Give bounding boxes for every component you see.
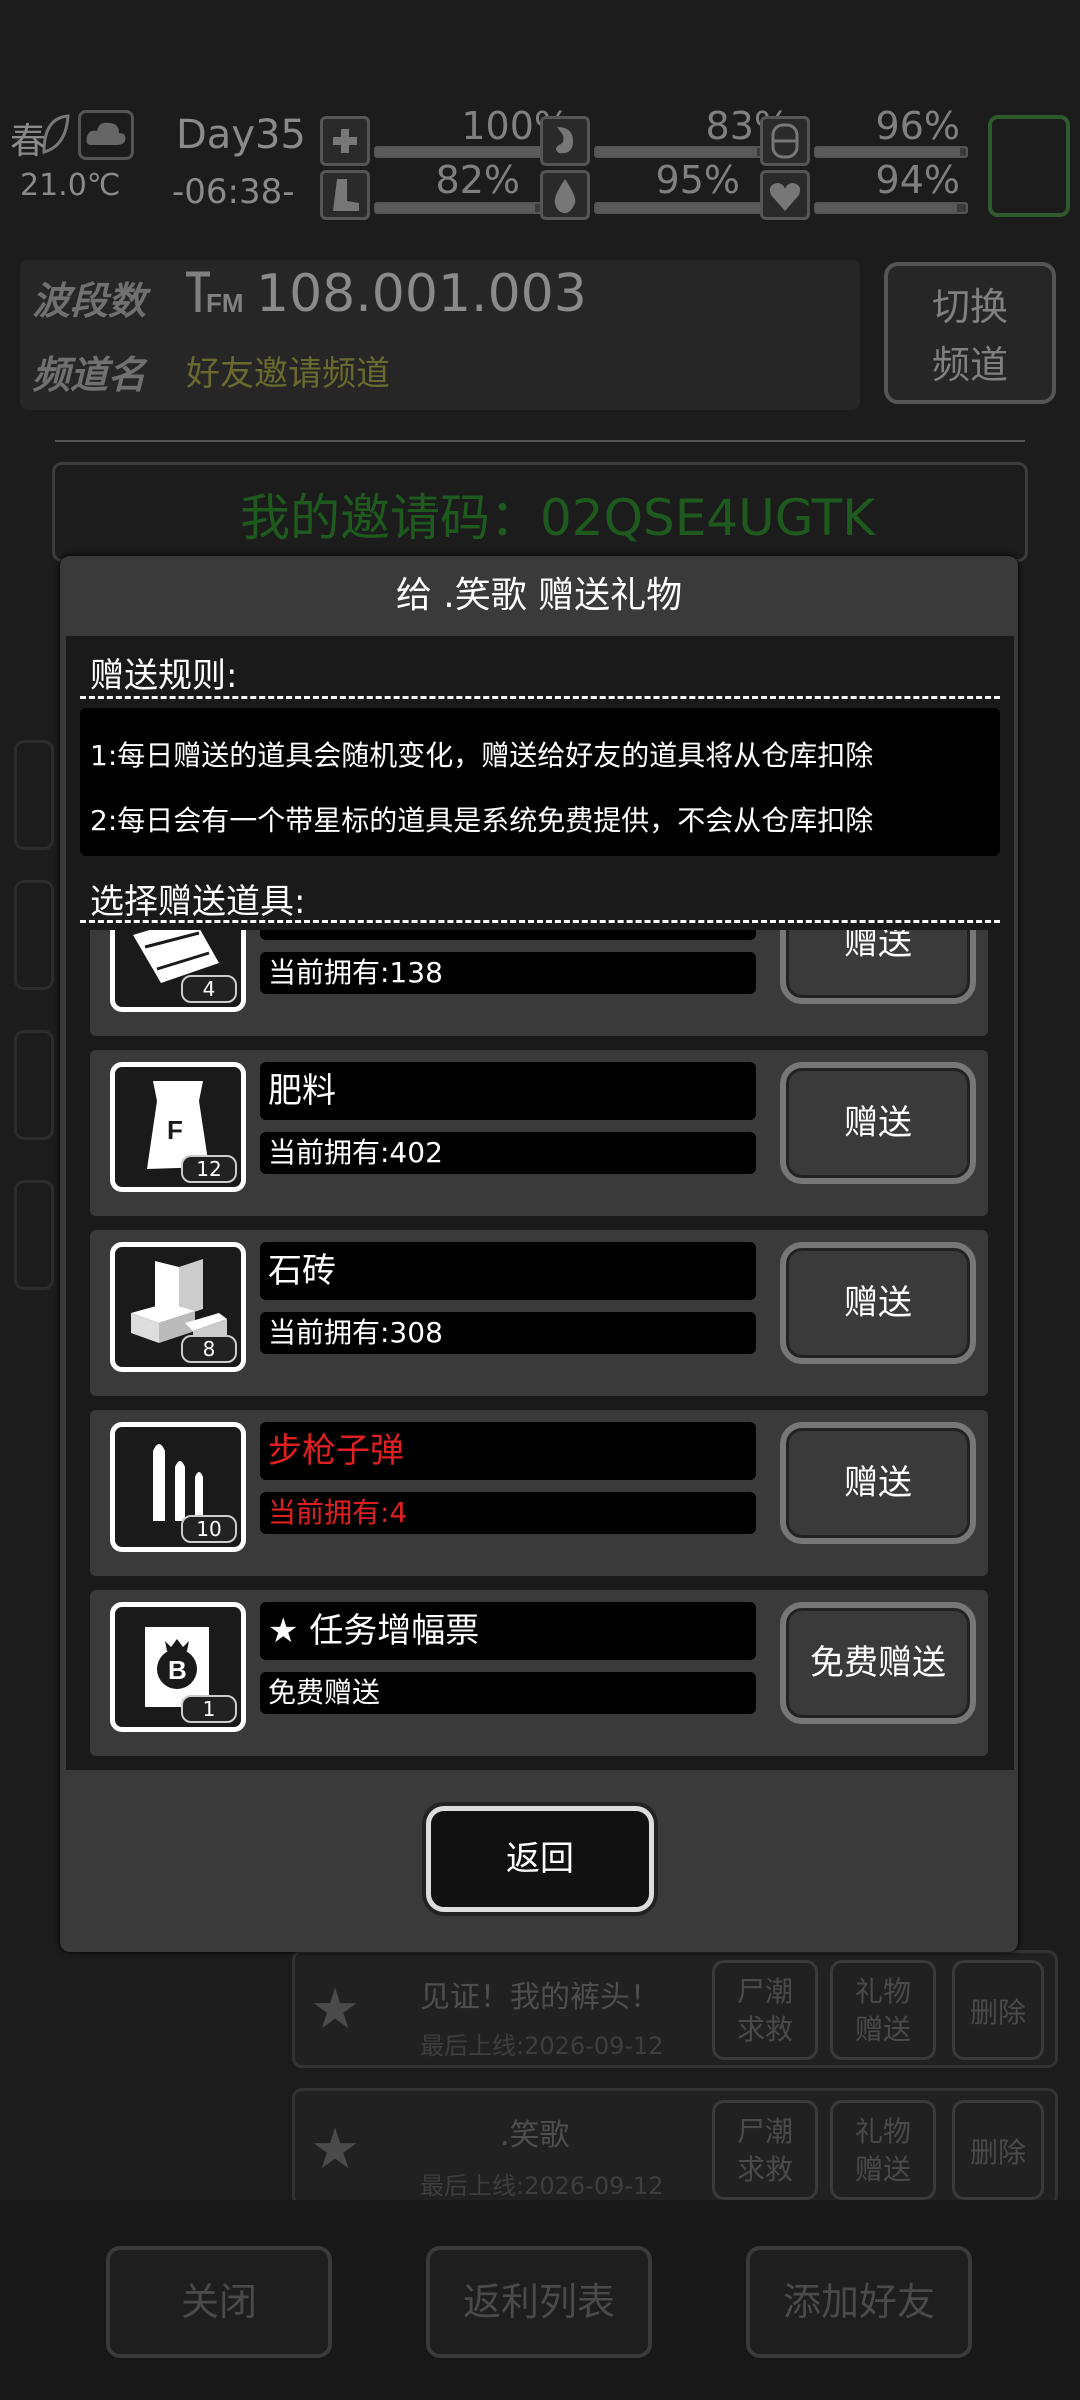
gift-label-2: 赠送	[854, 2013, 911, 2046]
friend-name: 见证！我的裤头！	[420, 1980, 660, 2015]
item-name: 石砖	[260, 1242, 756, 1300]
cloud-icon	[78, 110, 134, 160]
gift-label-1: 礼物	[854, 2115, 911, 2148]
close-button[interactable]: 关闭	[106, 2246, 332, 2358]
delete-friend-button[interactable]: 删除	[952, 2100, 1044, 2200]
stat-bar	[814, 202, 968, 214]
zombie-rescue-button[interactable]: 尸潮 求救	[712, 1960, 818, 2060]
list-tab	[14, 880, 54, 990]
stat-bar	[814, 146, 968, 158]
rebate-list-button[interactable]: 返利列表	[426, 2246, 652, 2358]
item-quantity: 4	[181, 975, 237, 1003]
item-quantity: 12	[181, 1155, 237, 1183]
select-item-label: 选择赠送道具:	[90, 882, 306, 922]
stat-value: 95%	[655, 158, 740, 202]
gift-item-list[interactable]: 4 当前拥有:138 赠送 F 12 肥料 当前拥有:402 赠送 8 石砖 当…	[80, 930, 1000, 1756]
rifle-ammo-icon: 10	[110, 1422, 246, 1552]
friend-row	[292, 1950, 1058, 2068]
switch-channel-button[interactable]: 切换 频道	[884, 262, 1056, 404]
divider	[80, 696, 1000, 699]
item-owned: 当前拥有:308	[260, 1312, 756, 1354]
star-icon: ★	[310, 2117, 361, 2182]
channel-name: 好友邀请频道	[186, 354, 390, 394]
switch-label-2: 频道	[931, 343, 1008, 387]
rescue-label-2: 求救	[736, 2013, 793, 2046]
list-tab	[14, 1180, 54, 1290]
gift-item-button[interactable]: 赠送	[780, 1242, 976, 1364]
stat-value: 82%	[435, 158, 520, 202]
zombie-rescue-button[interactable]: 尸潮 求救	[712, 2100, 818, 2200]
item-owned: 当前拥有:4	[260, 1492, 756, 1534]
list-tab	[14, 740, 54, 850]
item-name: ★ 任务增幅票	[260, 1602, 756, 1660]
gift-item: 4 当前拥有:138 赠送	[90, 930, 988, 1036]
season-label: 春	[10, 121, 47, 162]
channel-label: 频道名	[32, 353, 147, 397]
invite-code: 我的邀请码：02QSE4UGTK	[240, 489, 876, 547]
stat-fill	[376, 204, 536, 212]
rescue-label-2: 求救	[736, 2153, 793, 2186]
friend-name: .笑歌	[500, 2118, 570, 2153]
friend-row	[292, 2088, 1058, 2206]
fertilizer-bag-icon: F 12	[110, 1062, 246, 1192]
gift-label-1: 礼物	[854, 1975, 911, 2008]
rule-line: 1:每日赠送的道具会随机变化，赠送给好友的道具将从仓库扣除	[90, 739, 874, 772]
svg-text:F: F	[167, 1115, 183, 1145]
item-owned: 免费赠送	[260, 1672, 756, 1714]
item-quantity: 8	[181, 1335, 237, 1363]
stat-fill	[816, 204, 957, 212]
friend-last-online: 最后上线:2026-09-12	[420, 2032, 664, 2060]
frequency-value: 108.001.003	[256, 264, 587, 324]
switch-label-1: 切换	[931, 285, 1008, 329]
map-button[interactable]	[988, 115, 1070, 217]
rescue-label-1: 尸潮	[736, 1975, 793, 2008]
item-quantity: 10	[181, 1515, 237, 1543]
stat-value: 96%	[875, 104, 960, 148]
task-ticket-icon: B 1	[110, 1602, 246, 1732]
bricks-icon: 8	[110, 1242, 246, 1372]
day-label: Day35	[176, 112, 306, 158]
gift-item-button[interactable]: 赠送	[780, 1062, 976, 1184]
rule-line: 2:每日会有一个带星标的道具是系统免费提供，不会从仓库扣除	[90, 804, 874, 837]
svg-text:FM: FM	[206, 288, 244, 318]
stat-value: 94%	[875, 158, 960, 202]
item-name: 步枪子弹	[260, 1422, 756, 1480]
star-icon: ★	[310, 1977, 361, 2042]
dialog-title: 给 .笑歌 赠送礼物	[395, 575, 683, 616]
gift-item: B 1 ★ 任务增幅票 免费赠送 免费赠送	[90, 1590, 988, 1756]
gift-label-2: 赠送	[854, 2153, 911, 2186]
gift-item-button[interactable]: 赠送	[780, 930, 976, 1004]
divider	[55, 440, 1025, 442]
free-gift-button[interactable]: 免费赠送	[780, 1602, 976, 1724]
gift-item: F 12 肥料 当前拥有:402 赠送	[90, 1050, 988, 1216]
rules-label: 赠送规则:	[90, 656, 238, 696]
gift-item-button[interactable]: 赠送	[780, 1422, 976, 1544]
divider	[80, 920, 1000, 923]
item-name: 肥料	[260, 1062, 756, 1120]
back-button[interactable]: 返回	[426, 1806, 654, 1912]
svg-text:B: B	[168, 1655, 187, 1685]
rescue-label-1: 尸潮	[736, 2115, 793, 2148]
item-owned: 当前拥有:138	[260, 952, 756, 994]
gift-item: 10 步枪子弹 当前拥有:4 赠送	[90, 1410, 988, 1576]
gift-button[interactable]: 礼物 赠送	[830, 2100, 936, 2200]
stat-fill	[596, 148, 758, 156]
stat-fill	[816, 148, 960, 156]
gift-item: 8 石砖 当前拥有:308 赠送	[90, 1230, 988, 1396]
friend-last-online: 最后上线:2026-09-12	[420, 2172, 664, 2200]
temperature-label: 21.0℃	[20, 168, 121, 203]
item-name	[260, 930, 756, 940]
delete-friend-button[interactable]: 删除	[952, 1960, 1044, 2060]
item-quantity: 1	[181, 1695, 237, 1723]
band-label: 波段数	[32, 279, 147, 323]
list-tab	[14, 1030, 54, 1140]
add-friend-button[interactable]: 添加好友	[746, 2246, 972, 2358]
stat-fill	[596, 204, 781, 212]
gift-button[interactable]: 礼物 赠送	[830, 1960, 936, 2060]
cloth-icon: 4	[110, 930, 246, 1012]
fm-antenna-icon: FM	[182, 268, 246, 327]
time-label: -06:38-	[172, 172, 295, 212]
item-owned: 当前拥有:402	[260, 1132, 756, 1174]
